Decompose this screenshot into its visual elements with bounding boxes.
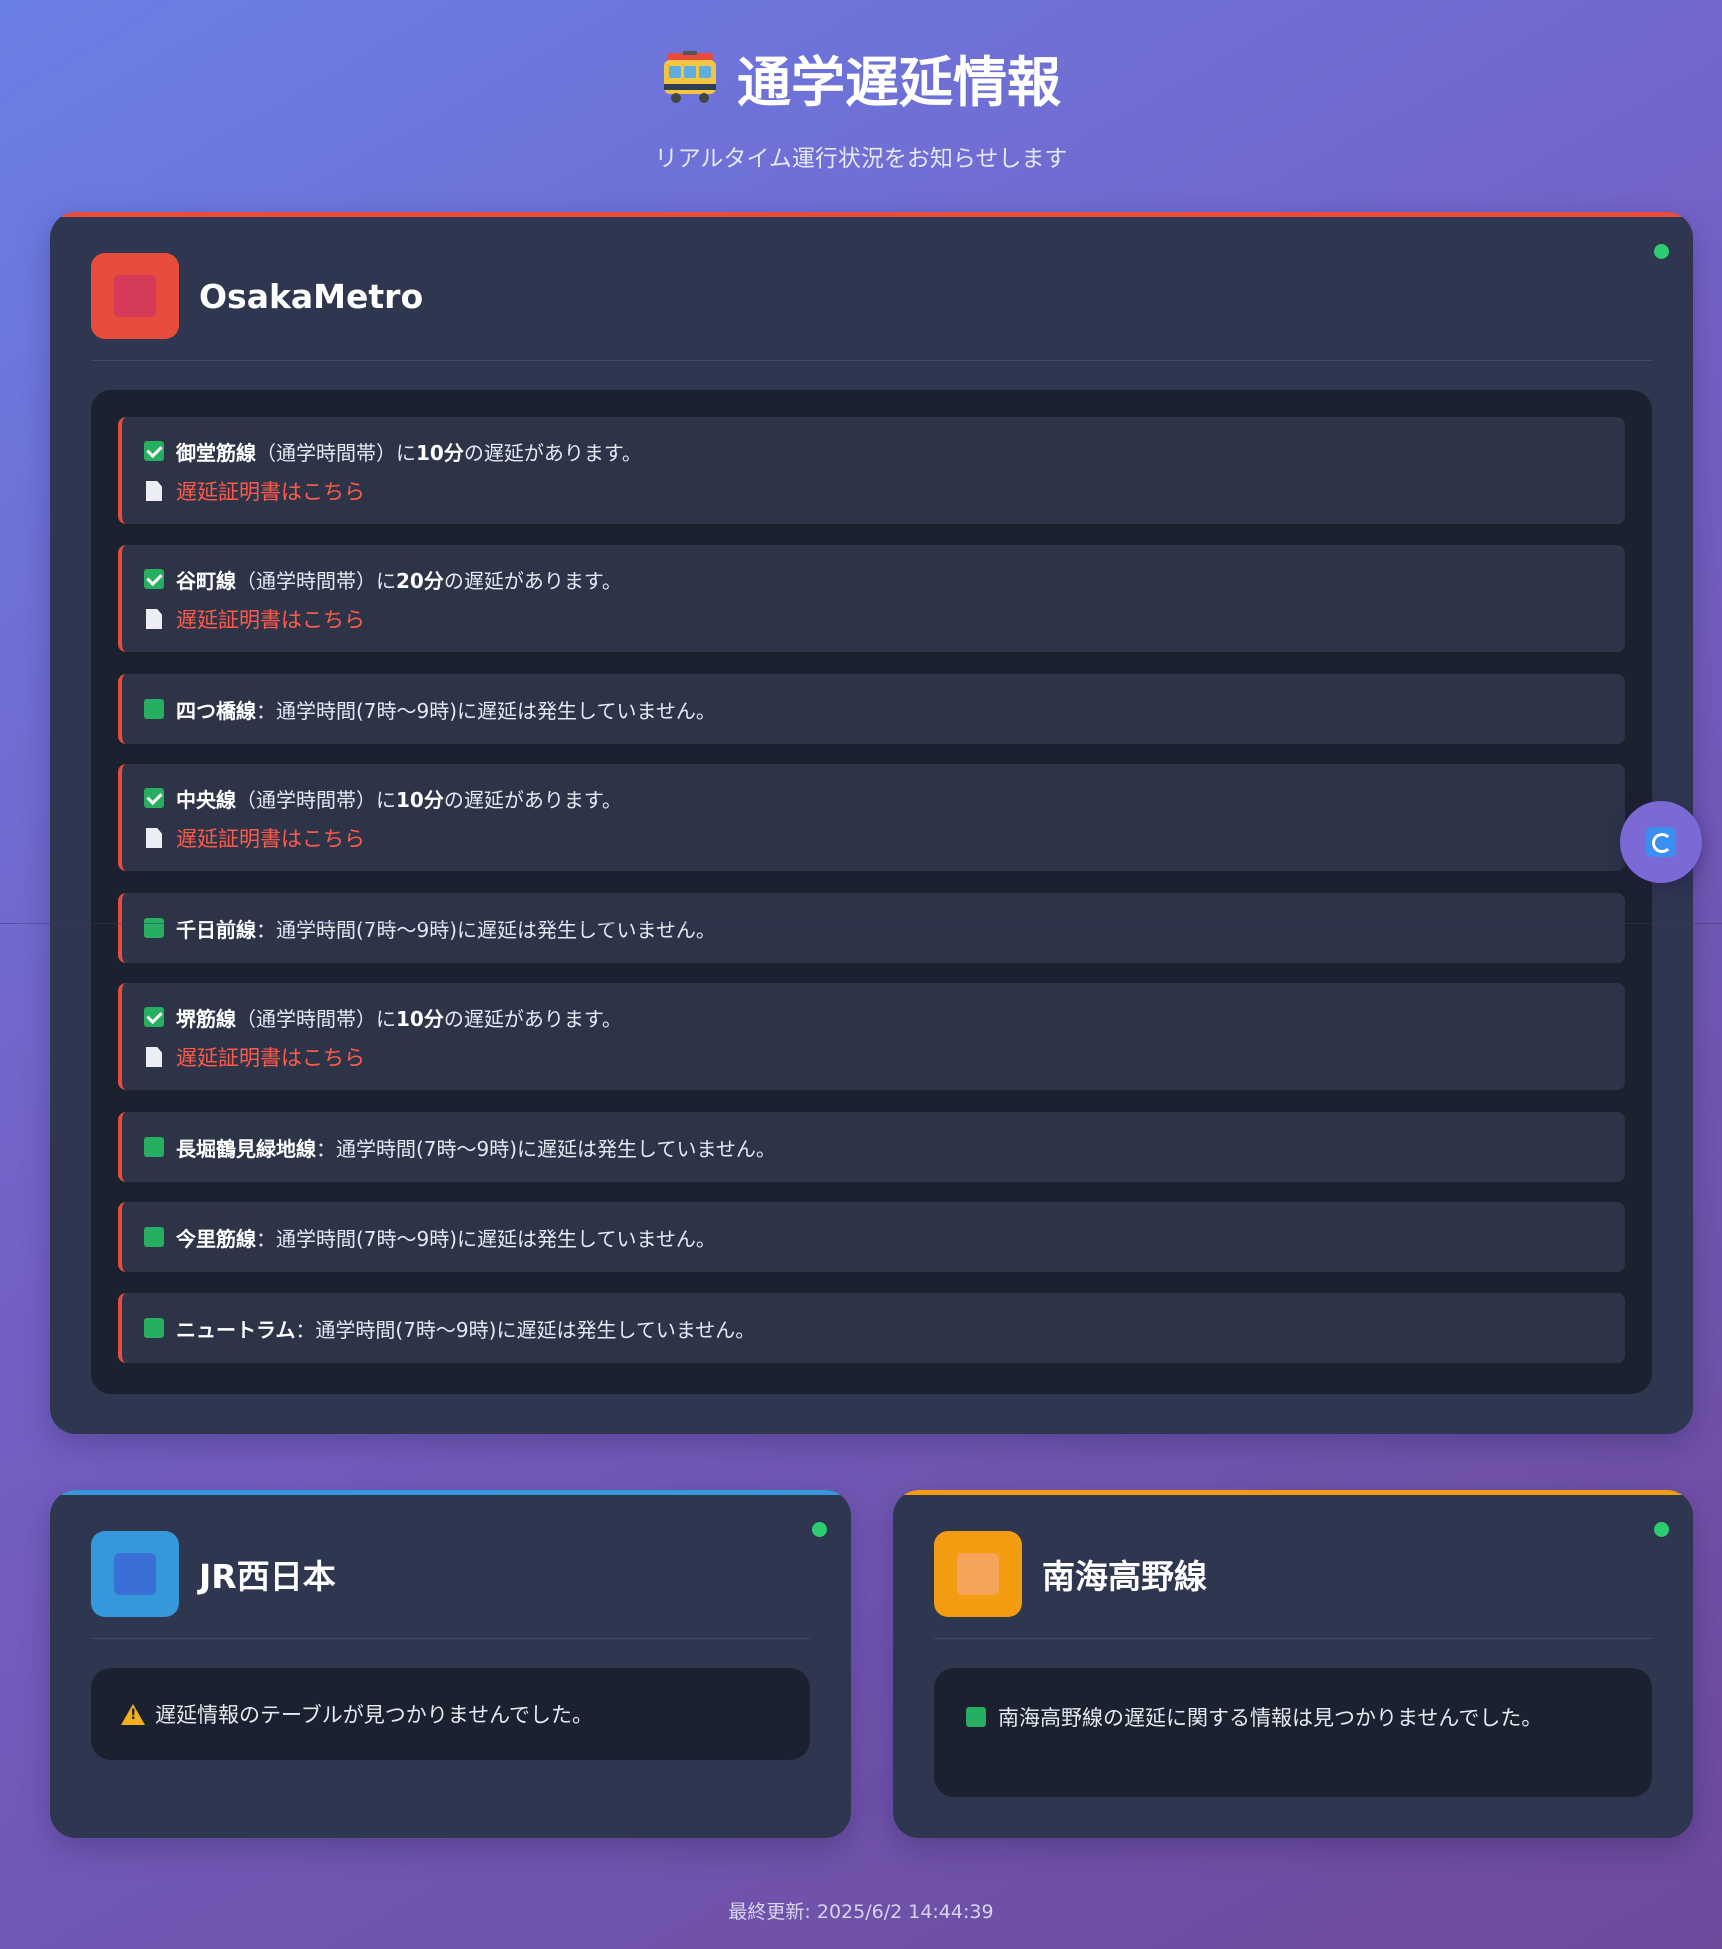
page-title-text: 通学遅延情報 [737,51,1061,114]
company-name: 南海高野線 [1042,1557,1207,1596]
refresh-icon [1646,827,1676,857]
line-status-post: の遅延があります。 [463,440,642,465]
last-updated: 最終更新: 2025/6/2 14:44:39 [0,1897,1722,1924]
line-name: 谷町線 [176,568,236,593]
card-divider [934,1638,1652,1639]
jr-west-card: JR西日本 遅延情報のテーブルが見つかりませんでした。 [50,1490,851,1838]
green-square-icon [144,1137,164,1157]
green-square-icon [144,1227,164,1247]
osaka-metro-topbar [50,212,1693,217]
card-divider [91,1638,810,1639]
line-status: ：通学時間(7時〜9時)に遅延は発生していません。 [256,698,716,723]
jr-west-logo [91,1531,179,1617]
line-status-pre: （通学時間帯）に [256,440,416,465]
page-subtitle: リアルタイム運行状況をお知らせします [654,146,1068,172]
delay-minutes: 10分 [396,1006,444,1031]
osaka-metro-card: OsakaMetro 御堂筋線 （通学時間帯）に 10分 の遅延があります。 遅… [50,212,1693,1434]
line-status-pre: （通学時間帯）に [236,1006,396,1031]
delay-minutes: 20分 [396,568,444,593]
line-status-post: の遅延があります。 [443,1006,622,1031]
line-name: ニュートラム [176,1317,296,1342]
green-square-icon [966,1707,986,1727]
line-item-yotsubashi: 四つ橋線 ：通学時間(7時〜9時)に遅延は発生していません。 [118,674,1625,744]
line-item-nagahori: 長堀鶴見緑地線 ：通学時間(7時〜9時)に遅延は発生していません。 [118,1112,1625,1182]
refresh-button[interactable] [1620,801,1702,883]
nankai-topbar [893,1490,1693,1495]
green-square-icon [144,1318,164,1338]
delay-minutes: 10分 [416,440,464,465]
divider-line [0,923,1722,924]
line-name: 御堂筋線 [176,440,256,465]
line-name: 中央線 [176,787,236,812]
line-status: ：通学時間(7時〜9時)に遅延は発生していません。 [256,917,716,942]
line-name: 堺筋線 [176,1006,236,1031]
jr-west-status-panel: 遅延情報のテーブルが見つかりませんでした。 [91,1668,810,1760]
line-item-tanimachi: 谷町線 （通学時間帯）に 20分 の遅延があります。 遅延証明書はこちら [118,545,1625,652]
line-status-post: の遅延があります。 [443,568,622,593]
osaka-metro-header: OsakaMetro [91,253,423,339]
check-icon [144,441,164,461]
certificate-link[interactable]: 遅延証明書はこちら [176,823,365,853]
certificate-link[interactable]: 遅延証明書はこちら [176,1042,365,1072]
line-name: 今里筋線 [176,1226,256,1251]
line-item-midosuji: 御堂筋線 （通学時間帯）に 10分 の遅延があります。 遅延証明書はこちら [118,417,1625,524]
page-header: 通学遅延情報 リアルタイム運行状況をお知らせします [0,0,1722,173]
line-item-chuo: 中央線 （通学時間帯）に 10分 の遅延があります。 遅延証明書はこちら [118,764,1625,871]
line-status: ：通学時間(7時〜9時)に遅延は発生していません。 [295,1317,756,1342]
page-title: 通学遅延情報 [661,38,1061,117]
check-icon [144,788,164,808]
jr-west-header: JR西日本 [91,1531,336,1617]
line-status-pre: （通学時間帯）に [236,568,396,593]
line-name: 四つ橋線 [176,698,256,723]
nankai-logo [934,1531,1022,1617]
line-item-imazatosuji: 今里筋線 ：通学時間(7時〜9時)に遅延は発生していません。 [118,1202,1625,1272]
delay-minutes: 10分 [396,787,444,812]
nankai-header: 南海高野線 [934,1531,1207,1617]
check-icon [144,1007,164,1027]
document-icon [146,609,162,629]
document-icon [146,481,162,501]
status-dot [1654,1522,1669,1537]
line-name: 長堀鶴見緑地線 [176,1136,316,1161]
nankai-card: 南海高野線 南海高野線の遅延に関する情報は見つかりませんでした。 [893,1490,1693,1838]
warning-icon [121,1703,145,1725]
company-name: OsakaMetro [199,276,424,316]
document-icon [146,1047,162,1067]
status-dot [1654,244,1669,259]
nankai-message: 南海高野線の遅延に関する情報は見つかりませんでした。 [998,1706,1543,1730]
line-item-sakaisuji: 堺筋線 （通学時間帯）に 10分 の遅延があります。 遅延証明書はこちら [118,983,1625,1090]
status-dot [812,1522,827,1537]
card-divider [91,360,1652,361]
train-icon [661,50,719,105]
line-item-newtram: ニュートラム ：通学時間(7時〜9時)に遅延は発生していません。 [118,1293,1625,1363]
jr-west-message: 遅延情報のテーブルが見つかりませんでした。 [155,1703,594,1727]
line-status: ：通学時間(7時〜9時)に遅延は発生していません。 [316,1136,776,1161]
line-status-post: の遅延があります。 [443,787,622,812]
line-status-pre: （通学時間帯）に [236,787,396,812]
osaka-metro-status-panel: 御堂筋線 （通学時間帯）に 10分 の遅延があります。 遅延証明書はこちら 谷町… [91,390,1652,1394]
certificate-link[interactable]: 遅延証明書はこちら [176,476,365,506]
last-updated-label: 最終更新: [728,1901,811,1923]
line-name: 千日前線 [176,917,256,942]
check-icon [144,569,164,589]
document-icon [146,828,162,848]
green-square-icon [144,699,164,719]
last-updated-time: 2025/6/2 14:44:39 [816,1901,994,1923]
line-item-sennichimae: 千日前線 ：通学時間(7時〜9時)に遅延は発生していません。 [118,893,1625,963]
line-status: ：通学時間(7時〜9時)に遅延は発生していません。 [256,1226,716,1251]
company-name: JR西日本 [199,1557,336,1596]
osaka-metro-logo [91,253,179,339]
certificate-link[interactable]: 遅延証明書はこちら [176,604,365,634]
green-square-icon [144,918,164,938]
nankai-status-panel: 南海高野線の遅延に関する情報は見つかりませんでした。 [934,1668,1652,1797]
jr-west-topbar [50,1490,851,1495]
